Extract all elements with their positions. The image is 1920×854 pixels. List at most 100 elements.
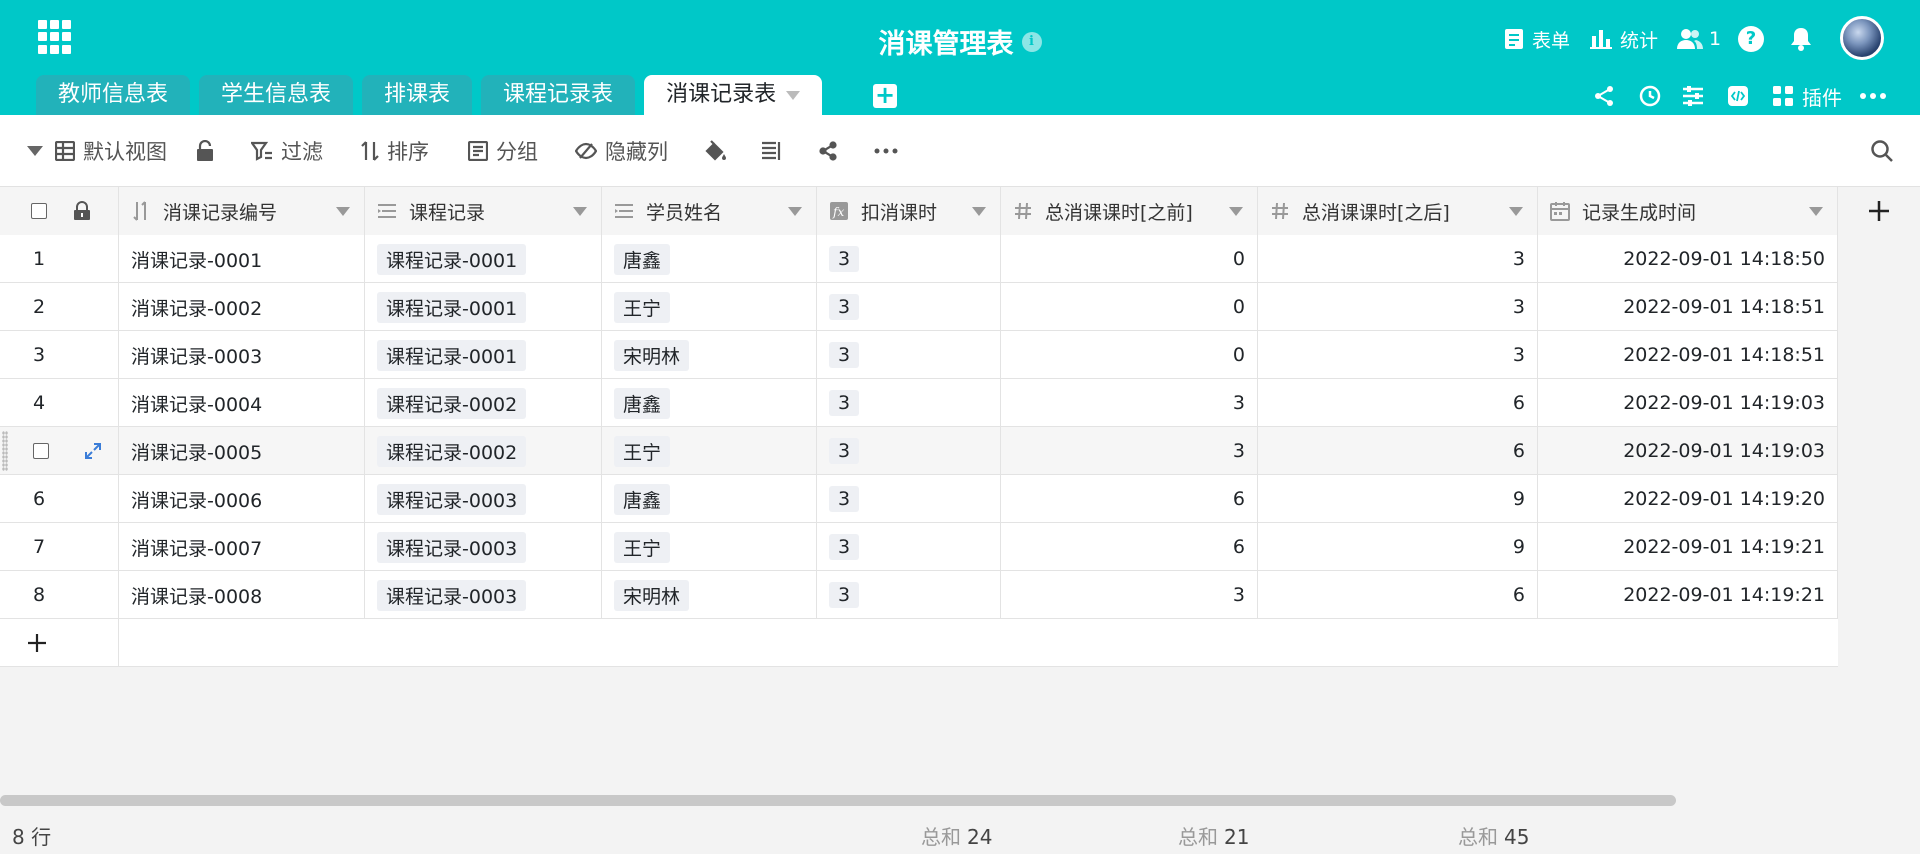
student-cell[interactable]: 唐鑫 (602, 379, 817, 427)
course-cell[interactable]: 课程记录-0003 (365, 571, 602, 619)
row-index[interactable]: 4 (0, 379, 119, 427)
form-button[interactable]: 表单 (1504, 24, 1570, 54)
deduct-cell[interactable]: 3 (817, 331, 1001, 379)
linked-record-chip[interactable]: 宋明林 (614, 339, 690, 371)
created-time-cell[interactable]: 2022-09-01 14:19:20 (1538, 475, 1838, 523)
record-id-cell[interactable]: 消课记录-0008 (119, 571, 365, 619)
after-total-cell[interactable]: 3 (1258, 283, 1538, 331)
column-header-after[interactable]: 总消课课时[之后] (1258, 187, 1538, 235)
table-row[interactable]: 7 消课记录-0007 课程记录-0003 王宁 3 6 9 2022-09-01 14:19… (0, 523, 1838, 571)
linked-record-chip[interactable]: 课程记录-0001 (377, 339, 527, 371)
row-color-button[interactable] (704, 115, 728, 187)
drag-handle-icon[interactable] (2, 431, 8, 471)
record-id-cell[interactable]: 消课记录-0001 (119, 235, 365, 283)
add-table-button[interactable]: + (873, 83, 897, 108)
column-header-deduct[interactable]: fx 扣消课时 (817, 187, 1001, 235)
expand-row-icon[interactable] (84, 442, 102, 460)
filter-button[interactable]: 过滤 (251, 115, 323, 187)
after-total-cell[interactable]: 3 (1258, 331, 1538, 379)
record-id-cell[interactable]: 消课记录-0004 (119, 379, 365, 427)
chevron-down-icon[interactable] (1809, 206, 1823, 216)
settings-button[interactable] (1682, 82, 1704, 110)
table-row[interactable]: 2 消课记录-0002 课程记录-0001 王宁 3 0 3 2022-09-01 14:18… (0, 283, 1838, 331)
course-cell[interactable]: 课程记录-0001 (365, 235, 602, 283)
history-button[interactable] (1638, 82, 1662, 110)
before-total-cell[interactable]: 0 (1001, 235, 1258, 283)
search-button[interactable] (1870, 115, 1894, 187)
api-button[interactable] (1727, 82, 1749, 110)
deduct-cell[interactable]: 3 (817, 475, 1001, 523)
linked-record-chip[interactable]: 课程记录-0001 (377, 243, 527, 275)
group-button[interactable]: 分组 (468, 115, 538, 187)
table-row[interactable]: 8 消课记录-0008 课程记录-0003 宋明林 3 3 6 2022-09-01 14:1… (0, 571, 1838, 619)
add-row-cell[interactable] (0, 619, 119, 667)
linked-record-chip[interactable]: 唐鑫 (614, 387, 671, 419)
linked-record-chip[interactable]: 课程记录-0002 (377, 435, 527, 467)
deduct-cell[interactable]: 3 (817, 235, 1001, 283)
share-view-button[interactable] (818, 115, 838, 187)
after-total-cell[interactable]: 6 (1258, 571, 1538, 619)
record-id-cell[interactable]: 消课记录-0006 (119, 475, 365, 523)
plugins-button[interactable]: 插件 (1772, 82, 1842, 110)
row-index[interactable]: 6 (0, 475, 119, 523)
tab-course-record[interactable]: 课程记录表 (481, 75, 636, 115)
add-row-button[interactable] (0, 619, 1838, 667)
row-index[interactable]: 3 (0, 331, 119, 379)
help-button[interactable]: ? (1738, 24, 1764, 54)
column-header-course[interactable]: 课程记录 (365, 187, 602, 235)
column-header-before[interactable]: 总消课课时[之前] (1001, 187, 1258, 235)
before-total-cell[interactable]: 3 (1001, 427, 1258, 475)
more-options-button[interactable] (874, 115, 898, 187)
table-row[interactable]: 4 消课记录-0004 课程记录-0002 唐鑫 3 3 6 2022-09-01 14:19… (0, 379, 1838, 427)
linked-record-chip[interactable]: 唐鑫 (614, 243, 671, 275)
created-time-cell[interactable]: 2022-09-01 14:19:21 (1538, 571, 1838, 619)
chevron-down-icon[interactable] (336, 206, 350, 216)
chevron-down-icon[interactable] (1229, 206, 1243, 216)
record-id-cell[interactable]: 消课记录-0003 (119, 331, 365, 379)
before-total-cell[interactable]: 3 (1001, 571, 1258, 619)
linked-record-chip[interactable]: 课程记录-0003 (377, 483, 527, 515)
course-cell[interactable]: 课程记录-0003 (365, 475, 602, 523)
share-button[interactable] (1593, 82, 1615, 110)
lock-icon[interactable] (73, 201, 91, 221)
deduct-cell[interactable]: 3 (817, 379, 1001, 427)
table-row[interactable]: 3 消课记录-0003 课程记录-0001 宋明林 3 0 3 2022-09-01 14:1… (0, 331, 1838, 379)
course-cell[interactable]: 课程记录-0001 (365, 283, 602, 331)
column-header-id[interactable]: 消课记录编号 (119, 187, 365, 235)
table-row[interactable]: 6 消课记录-0006 课程记录-0003 唐鑫 3 6 9 2022-09-01 14:19… (0, 475, 1838, 523)
view-selector[interactable]: 默认视图 (27, 115, 167, 187)
course-cell[interactable]: 课程记录-0003 (365, 523, 602, 571)
lock-view-button[interactable] (196, 115, 214, 187)
linked-record-chip[interactable]: 王宁 (614, 291, 671, 323)
student-cell[interactable]: 宋明林 (602, 331, 817, 379)
created-time-cell[interactable]: 2022-09-01 14:19:21 (1538, 523, 1838, 571)
hide-columns-button[interactable]: 隐藏列 (575, 115, 668, 187)
deduct-cell[interactable]: 3 (817, 571, 1001, 619)
notifications-button[interactable] (1789, 24, 1813, 54)
column-header-time[interactable]: 记录生成时间 (1538, 187, 1838, 235)
sum-deduct[interactable]: 总和 24 (921, 820, 992, 854)
sort-button[interactable]: 排序 (361, 115, 429, 187)
created-time-cell[interactable]: 2022-09-01 14:18:51 (1538, 283, 1838, 331)
chevron-down-icon[interactable] (972, 206, 986, 216)
sum-before[interactable]: 总和 21 (1178, 820, 1249, 854)
more-button[interactable] (1860, 82, 1886, 110)
created-time-cell[interactable]: 2022-09-01 14:18:51 (1538, 331, 1838, 379)
created-time-cell[interactable]: 2022-09-01 14:18:50 (1538, 235, 1838, 283)
avatar[interactable] (1840, 16, 1884, 60)
before-total-cell[interactable]: 6 (1001, 475, 1258, 523)
deduct-cell[interactable]: 3 (817, 427, 1001, 475)
course-cell[interactable]: 课程记录-0002 (365, 427, 602, 475)
linked-record-chip[interactable]: 王宁 (614, 435, 671, 467)
before-total-cell[interactable]: 0 (1001, 283, 1258, 331)
tab-teacher-info[interactable]: 教师信息表 (36, 75, 191, 115)
column-header-student[interactable]: 学员姓名 (602, 187, 817, 235)
horizontal-scrollbar[interactable] (0, 795, 1676, 806)
tab-consume-record[interactable]: 消课记录表 (644, 75, 823, 115)
course-cell[interactable]: 课程记录-0001 (365, 331, 602, 379)
stats-button[interactable]: 统计 (1590, 24, 1658, 54)
linked-record-chip[interactable]: 宋明林 (614, 579, 690, 611)
course-cell[interactable]: 课程记录-0002 (365, 379, 602, 427)
linked-record-chip[interactable]: 唐鑫 (614, 483, 671, 515)
after-total-cell[interactable]: 9 (1258, 523, 1538, 571)
